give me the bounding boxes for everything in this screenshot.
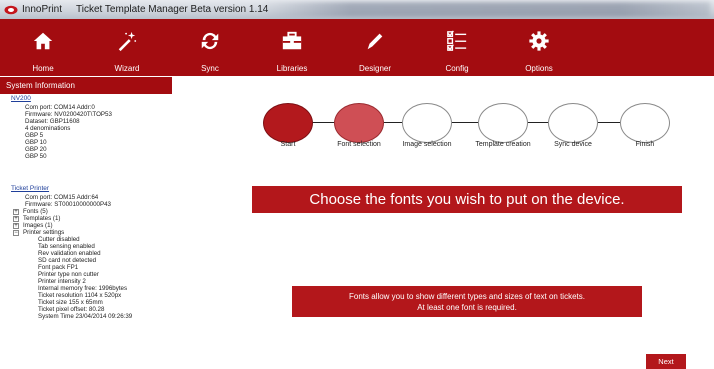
setting-line: Font pack FP1	[38, 264, 79, 271]
toolbar-libraries-button[interactable]: Libraries	[257, 19, 327, 76]
toolbox-icon	[282, 31, 302, 50]
toolbar-config-button[interactable]: Config	[422, 19, 492, 76]
step-label: Start	[280, 141, 296, 148]
printer-line: Com port: COM15 Addr:64	[25, 194, 99, 201]
step-label: Sync device	[554, 141, 592, 148]
setting-line: Tab sensing enabled	[38, 243, 95, 250]
toolbar-options-button[interactable]: Options	[504, 19, 574, 76]
toolbar-sync-button[interactable]: Sync	[175, 19, 245, 76]
main-toolbar: Home Wizard Sync Libraries Designer Conf…	[0, 19, 714, 76]
tree-item-templates[interactable]: Templates (1)	[23, 215, 60, 222]
toolbar-config-label: Config	[445, 64, 469, 73]
pencil-icon	[367, 33, 383, 50]
toolbar-home-button[interactable]: Home	[8, 19, 78, 76]
toolbar-wizard-button[interactable]: Wizard	[92, 19, 162, 76]
app-window: InnoPrint Ticket Template Manager Beta v…	[0, 0, 714, 369]
tree-item-printer-settings[interactable]: Printer settings	[23, 229, 64, 236]
tree-item-fonts[interactable]: Fonts (5)	[23, 208, 48, 215]
step-font-selection-circle	[334, 103, 384, 143]
step-label: Font selection	[337, 141, 381, 148]
setting-line: Cutter disabled	[38, 236, 80, 243]
title-bar-background	[260, 2, 710, 17]
step-start-circle	[263, 103, 313, 143]
step-connector	[452, 122, 478, 123]
printer-line: Firmware: ST00010000000P43	[25, 201, 111, 208]
toolbar-designer-label: Designer	[358, 64, 391, 73]
step-connector	[598, 122, 620, 123]
step-label: Finish	[635, 141, 655, 148]
info-line: Fonts allow you to show different types …	[349, 292, 585, 301]
window-title: Ticket Template Manager Beta version 1.1…	[76, 4, 269, 15]
next-button[interactable]: Next	[646, 354, 686, 369]
setting-line: Ticket resolution 1104 x 520px	[38, 292, 122, 299]
step-image-selection-circle	[402, 103, 452, 143]
app-logo-icon	[4, 5, 18, 14]
step-info-banner: Fonts allow you to show different types …	[292, 286, 642, 317]
step-sync-device-circle	[548, 103, 598, 143]
step-label: Image selection	[402, 141, 452, 148]
setting-line: Ticket pixel offset: 80.28	[38, 306, 105, 313]
nv200-line: Dataset: GBP11608	[25, 118, 80, 125]
setting-line: Ticket size 155 x 65mm	[38, 299, 103, 306]
nv200-line: GBP 20	[25, 146, 47, 153]
toolbar-home-label: Home	[32, 64, 54, 73]
app-name: InnoPrint	[22, 4, 63, 15]
wizard-progress: Start Font selection Image selection Tem…	[258, 100, 688, 180]
ticket-printer-link[interactable]: Ticket Printer	[11, 185, 49, 192]
expand-templates-toggle[interactable]: +	[13, 216, 19, 222]
setting-line: Rev validation enabled	[38, 250, 101, 257]
nv200-line: Com port: COM14 Addr:0	[25, 104, 95, 111]
toolbar-sync-label: Sync	[201, 64, 219, 73]
step-label: Template creation	[475, 141, 531, 148]
toolbar-designer-button[interactable]: Designer	[340, 19, 410, 76]
nv200-link[interactable]: NV200	[11, 95, 31, 102]
step-connector	[384, 122, 402, 123]
toolbar-libraries-label: Libraries	[276, 64, 308, 73]
expand-images-toggle[interactable]: +	[13, 223, 19, 229]
setting-line: Internal memory free: 1996bytes	[38, 285, 128, 292]
toolbar-wizard-label: Wizard	[114, 64, 140, 73]
step-connector	[528, 122, 548, 123]
gear-icon	[529, 31, 549, 51]
checklist-icon	[447, 30, 467, 51]
setting-line: Printer type non cutter	[38, 271, 99, 278]
nv200-line: Firmware: NV0200420T\TOP53	[25, 111, 112, 118]
step-finish-circle	[620, 103, 670, 143]
title-bar: InnoPrint Ticket Template Manager Beta v…	[0, 0, 714, 19]
step-template-creation-circle	[478, 103, 528, 143]
setting-line: Printer intensity 2	[38, 278, 86, 285]
nv200-line: GBP 5	[25, 132, 44, 139]
step-heading-banner: Choose the fonts you wish to put on the …	[252, 186, 682, 213]
home-icon	[33, 32, 53, 50]
system-information-header: System Information	[0, 77, 172, 94]
setting-line: SD card not detected	[38, 257, 97, 264]
nv200-line: 4 denominations	[25, 125, 71, 132]
expand-fonts-toggle[interactable]: +	[13, 209, 19, 215]
tree-item-images[interactable]: Images (1)	[23, 222, 53, 229]
nv200-line: GBP 50	[25, 153, 47, 160]
nv200-line: GBP 10	[25, 139, 47, 146]
info-line: At least one font is required.	[417, 303, 517, 312]
collapse-printer-settings-toggle[interactable]: −	[13, 230, 19, 236]
sync-icon	[201, 32, 219, 50]
system-information-panel: NV200 Com port: COM14 Addr:0 Firmware: N…	[0, 95, 230, 369]
wizard-wand-icon	[118, 31, 137, 52]
toolbar-options-label: Options	[525, 64, 553, 73]
setting-line: System Time 23/04/2014 09:26:39	[38, 313, 133, 320]
